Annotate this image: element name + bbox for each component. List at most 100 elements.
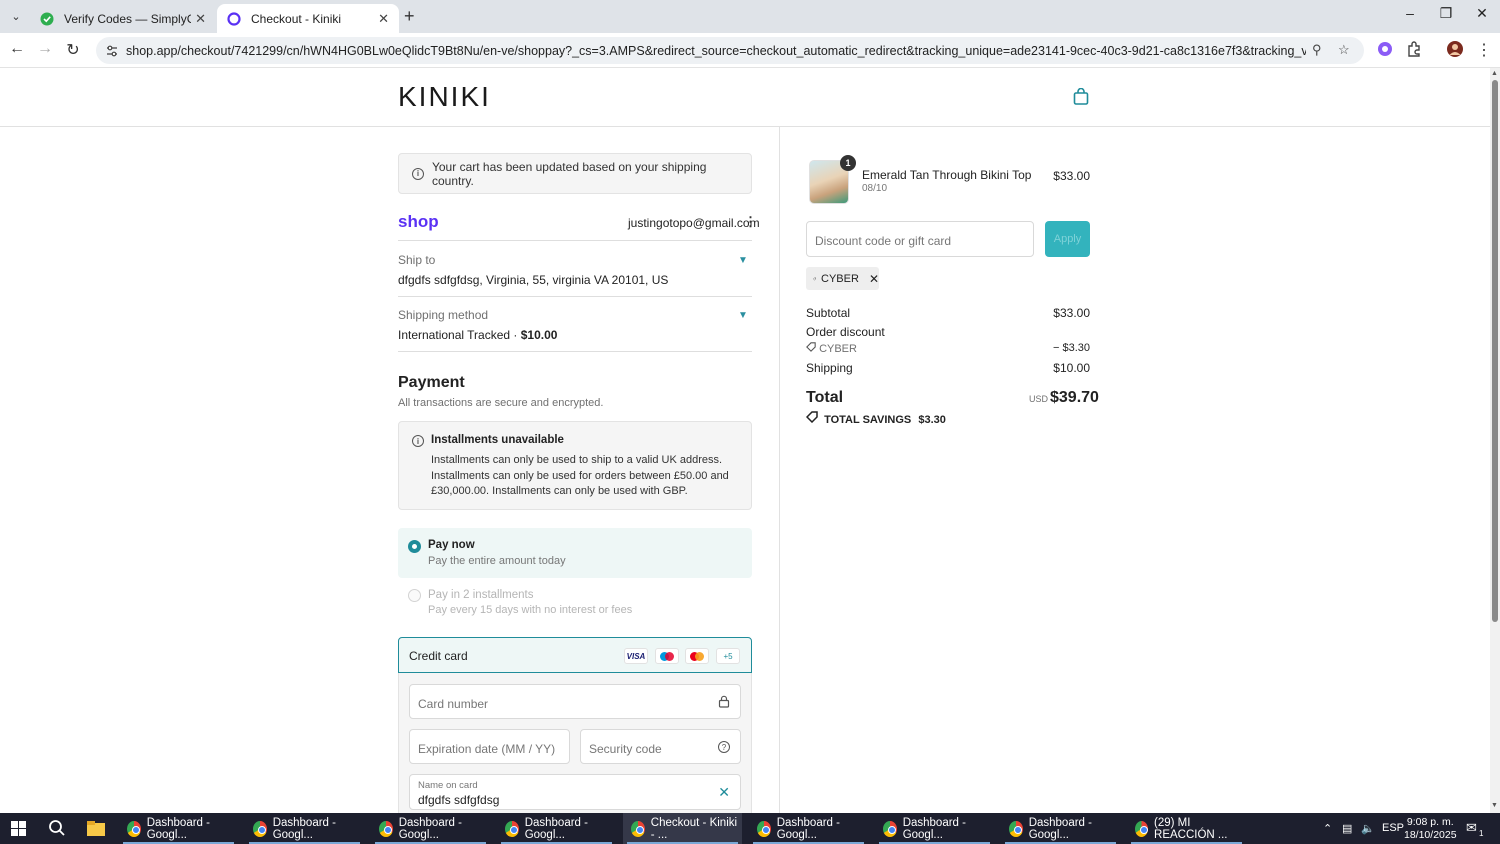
taskbar-item[interactable]: (29) MI REACCIÓN ... [1127, 813, 1246, 844]
order-discount-row: Order discount [806, 325, 1090, 339]
volume-icon[interactable]: 🔈 [1361, 822, 1375, 835]
pay-later-radio[interactable] [408, 589, 421, 602]
payment-subtitle: All transactions are secure and encrypte… [398, 397, 604, 409]
browser-tab-bar: ⌄ Verify Codes — SimplyCodes ✕ Checkout … [0, 0, 1500, 33]
taskbar-item[interactable]: Dashboard - Googl... [1001, 813, 1120, 844]
shipping-row: Shipping $10.00 [806, 361, 1090, 375]
new-tab-plus-icon[interactable]: + [404, 6, 415, 27]
taskbar-item[interactable]: Dashboard - Googl... [245, 813, 364, 844]
taskbar-item[interactable]: Dashboard - Googl... [497, 813, 616, 844]
applied-code-label: CYBER [821, 272, 859, 285]
discount-code-input[interactable]: Discount code or gift card [806, 221, 1034, 257]
tab-label: Verify Codes — SimplyCodes [64, 11, 192, 26]
total-value: $39.70 [1050, 389, 1099, 406]
shop-favicon-icon [227, 11, 241, 26]
tab-label: Checkout - Kiniki [251, 11, 342, 26]
help-question-icon[interactable]: ? [718, 741, 730, 753]
network-icon[interactable]: ▤ [1342, 822, 1352, 835]
account-email: justingotopo@gmail.com [628, 216, 760, 230]
clock-date: 18/10/2025 [1404, 829, 1457, 841]
extensions-puzzle-icon[interactable] [1405, 40, 1423, 58]
tab-close-icon[interactable]: ✕ [378, 11, 389, 27]
taskbar-item[interactable]: Dashboard - Googl... [119, 813, 238, 844]
url-field[interactable]: shop.app/checkout/7421299/cn/hWN4HG0BLw0… [96, 37, 1364, 64]
url-text: shop.app/checkout/7421299/cn/hWN4HG0BLw0… [126, 43, 1306, 58]
taskbar-item-active[interactable]: Checkout - Kiniki - ... [623, 813, 742, 844]
tab-close-icon[interactable]: ✕ [195, 11, 206, 27]
quantity-badge: 1 [840, 155, 856, 171]
tag-icon [805, 411, 818, 424]
system-clock[interactable]: 9:08 p. m. 18/10/2025 [1404, 816, 1457, 842]
security-code-field[interactable]: Security code ? [580, 729, 741, 764]
ship-to-chevron-icon[interactable]: ▼ [738, 255, 748, 266]
scroll-thumb[interactable] [1492, 80, 1498, 622]
savings-label: TOTAL SAVINGS [824, 414, 912, 426]
pay-now-title: Pay now [428, 539, 475, 551]
apply-discount-button[interactable]: Apply [1045, 221, 1090, 257]
zoom-icon[interactable]: ⚲ [1312, 42, 1322, 58]
installments-text: Installments can only be used to ship to… [431, 454, 729, 497]
tray-chevron-icon[interactable]: ⌃ [1323, 822, 1332, 835]
shop-pay-logo: shop [398, 212, 439, 231]
pay-now-option[interactable]: Pay now Pay the entire amount today [398, 528, 752, 578]
page-scrollbar[interactable]: ▲ ▼ [1490, 68, 1500, 813]
taskbar-item[interactable]: Dashboard - Googl... [749, 813, 868, 844]
tab-checkout-kiniki[interactable]: Checkout - Kiniki ✕ [217, 4, 399, 33]
notification-icon[interactable]: ✉ [1466, 820, 1477, 836]
divider [398, 351, 752, 352]
card-number-placeholder: Card number [418, 697, 489, 711]
window-close-icon[interactable]: ✕ [1467, 5, 1497, 22]
account-menu-icon[interactable]: ⋮ [744, 214, 757, 230]
minimize-icon[interactable]: – [1395, 5, 1425, 21]
expiration-date-field[interactable]: Expiration date (MM / YY) [409, 729, 570, 764]
bookmark-star-icon[interactable]: ☆ [1338, 42, 1350, 58]
language-indicator[interactable]: ESP [1382, 822, 1404, 834]
discount-value: − $3.30 [1052, 342, 1090, 354]
security-code-placeholder: Security code [589, 742, 662, 756]
shipping-method-chevron-icon[interactable]: ▼ [738, 310, 748, 321]
scroll-down-icon[interactable]: ▼ [1491, 802, 1498, 809]
kiniki-logo[interactable]: KINIKI [398, 81, 491, 113]
taskbar-item[interactable]: Dashboard - Googl... [371, 813, 490, 844]
browser-menu-icon[interactable]: ⋮ [1473, 40, 1495, 60]
credit-card-option[interactable]: Credit card VISA +5 [398, 637, 752, 673]
profile-avatar[interactable] [1446, 40, 1464, 58]
shopping-bag-icon[interactable] [1073, 88, 1089, 105]
scroll-up-icon[interactable]: ▲ [1491, 70, 1498, 77]
windows-start-icon[interactable] [11, 821, 26, 836]
shop-extension-icon[interactable] [1376, 40, 1394, 58]
site-settings-icon[interactable] [106, 45, 118, 57]
product-name: Emerald Tan Through Bikini Top [862, 168, 1032, 182]
pay-now-radio[interactable] [408, 540, 421, 553]
forward-arrow-icon[interactable]: → [34, 40, 56, 58]
discount-code-label: CYBER [819, 343, 857, 355]
taskbar-item[interactable]: Dashboard - Googl... [875, 813, 994, 844]
back-arrow-icon[interactable]: ← [6, 40, 28, 58]
file-explorer-icon[interactable] [87, 821, 105, 836]
card-number-field[interactable]: Card number [409, 684, 741, 719]
clear-field-icon[interactable]: ✕ [718, 784, 730, 801]
reload-icon[interactable]: ↻ [62, 40, 84, 60]
mastercard-icon [685, 648, 709, 664]
search-icon[interactable] [48, 819, 66, 837]
tab-search-chevron-icon[interactable]: ⌄ [6, 6, 26, 26]
restore-icon[interactable]: ❐ [1431, 5, 1461, 22]
simplycodes-favicon-icon [40, 12, 54, 25]
pay-now-subtitle: Pay the entire amount today [428, 555, 566, 567]
visa-icon: VISA [624, 648, 648, 664]
name-on-card-value: dfgdfs sdfgfdsg [418, 793, 500, 807]
shipping-method-label: Shipping method [398, 308, 489, 322]
order-discount-label: Order discount [806, 325, 885, 339]
tab-verify-codes[interactable]: Verify Codes — SimplyCodes ✕ [30, 4, 216, 33]
savings-value: $3.30 [918, 414, 946, 426]
subtotal-value: $33.00 [1053, 306, 1090, 320]
ship-to-label: Ship to [398, 253, 436, 267]
pay-later-title: Pay in 2 installments [428, 589, 534, 601]
remove-discount-icon[interactable]: ✕ [869, 272, 879, 286]
pay-later-subtitle: Pay every 15 days with no interest or fe… [428, 604, 633, 616]
discount-code-row: CYBER − $3.30 [806, 342, 1090, 355]
divider [398, 296, 752, 297]
product-price: $33.00 [1053, 169, 1090, 183]
shipping-method-value: International Tracked · $10.00 [398, 328, 557, 342]
name-on-card-field[interactable]: Name on card dfgdfs sdfgfdsg ✕ [409, 774, 741, 810]
